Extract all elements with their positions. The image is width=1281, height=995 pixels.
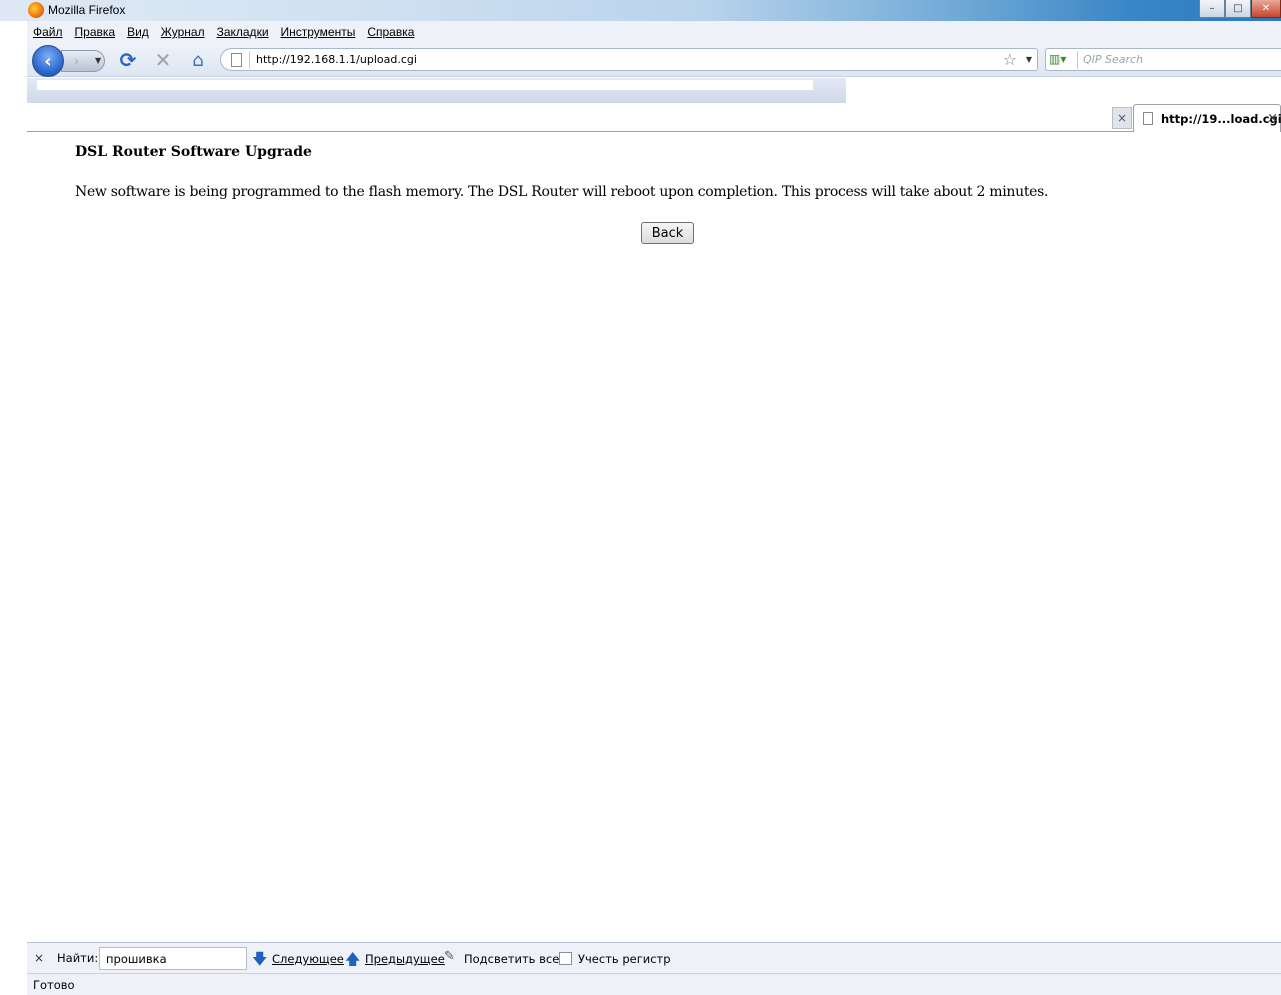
menu-file[interactable]: Файл: [33, 25, 63, 39]
find-next-button[interactable]: Следующее: [272, 952, 344, 966]
toolbar-blank-area: [846, 78, 1281, 103]
menu-tools[interactable]: Инструменты: [281, 25, 356, 39]
arrow-down-icon[interactable]: 🡇: [252, 949, 267, 974]
url-bar[interactable]: http://192.168.1.1/upload.cgi ☆ ▼: [220, 48, 1038, 71]
find-close-icon[interactable]: ×: [34, 951, 44, 965]
highlight-all-button[interactable]: Подсветить все: [464, 952, 559, 966]
page-icon: [231, 53, 242, 67]
stop-icon: ✕: [154, 48, 172, 72]
history-dropdown-icon[interactable]: ▼: [95, 56, 101, 65]
menu-bookmarks[interactable]: Закладки: [217, 25, 269, 39]
find-label: Найти:: [57, 951, 99, 965]
menu-view[interactable]: Вид: [127, 25, 149, 39]
stop-button[interactable]: ✕: [152, 48, 174, 72]
search-bar[interactable]: ▥▾ QIP Search: [1045, 48, 1281, 71]
home-button[interactable]: ⌂: [187, 49, 209, 71]
window-title: Mozilla Firefox: [48, 3, 126, 17]
forward-icon: ›: [74, 54, 79, 68]
firefox-icon: [28, 2, 44, 18]
url-separator: [249, 51, 250, 69]
menu-edit[interactable]: Правка: [75, 25, 116, 39]
bookmarks-strip: [37, 80, 813, 90]
match-case-label[interactable]: Учесть регистр: [578, 952, 671, 966]
tab-bar: × http://19...load.cgi ×: [27, 103, 1281, 132]
find-input[interactable]: прошивка: [99, 947, 247, 970]
close-window-button[interactable]: ✕: [1251, 0, 1281, 18]
page-title: DSL Router Software Upgrade: [75, 144, 312, 160]
window-controls: – □ ✕: [1199, 0, 1281, 19]
page-content: DSL Router Software Upgrade New software…: [27, 133, 1281, 941]
find-previous-button[interactable]: Предыдущее: [365, 952, 445, 966]
menu-history[interactable]: Журнал: [161, 25, 205, 39]
desktop-strip: [0, 0, 27, 995]
tab-active[interactable]: http://19...load.cgi ×: [1133, 104, 1281, 132]
reload-button[interactable]: ⟳: [117, 48, 139, 72]
url-dropdown-icon[interactable]: ▼: [1026, 55, 1032, 64]
browser-window: Mozilla Firefox – □ ✕ Файл Правка Вид Жу…: [0, 0, 1281, 995]
status-text: Готово: [33, 978, 75, 992]
minimize-button[interactable]: –: [1199, 0, 1225, 18]
back-page-button[interactable]: Back: [641, 222, 694, 244]
upgrade-message: New software is being programmed to the …: [75, 184, 1049, 200]
home-icon: ⌂: [192, 49, 204, 71]
bookmark-star-icon[interactable]: ☆: [1003, 50, 1017, 69]
bookmarks-toolbar: [27, 78, 846, 103]
menu-bar: Файл Правка Вид Журнал Закладки Инструме…: [27, 21, 1281, 43]
back-icon: ‹: [44, 50, 52, 72]
maximize-button[interactable]: □: [1225, 0, 1251, 18]
page-icon: [1143, 112, 1153, 125]
tab-close-icon[interactable]: ×: [1267, 111, 1278, 126]
reload-icon: ⟳: [119, 48, 137, 72]
menu-help[interactable]: Справка: [367, 25, 414, 39]
arrow-up-icon[interactable]: 🡅: [345, 949, 360, 974]
status-bar: Готово: [27, 973, 1281, 995]
back-button[interactable]: ‹: [32, 45, 64, 77]
title-bar: Mozilla Firefox – □ ✕: [0, 0, 1281, 21]
navigation-toolbar: › ▼ ‹ ⟳ ✕ ⌂ http://192.168.1.1/upload.cg…: [27, 43, 1281, 77]
search-separator: [1077, 51, 1078, 69]
tab-label: http://19...load.cgi: [1161, 112, 1281, 126]
match-case-checkbox[interactable]: [559, 952, 572, 965]
search-input[interactable]: QIP Search: [1083, 53, 1143, 66]
highlighter-icon[interactable]: ✎: [444, 949, 455, 964]
url-text[interactable]: http://192.168.1.1/upload.cgi: [256, 53, 417, 66]
search-engine-icon[interactable]: ▥▾: [1049, 52, 1075, 68]
close-tab-button[interactable]: ×: [1112, 107, 1132, 129]
find-bar: × Найти: прошивка 🡇 Следующее 🡅 Предыдущ…: [27, 942, 1281, 973]
